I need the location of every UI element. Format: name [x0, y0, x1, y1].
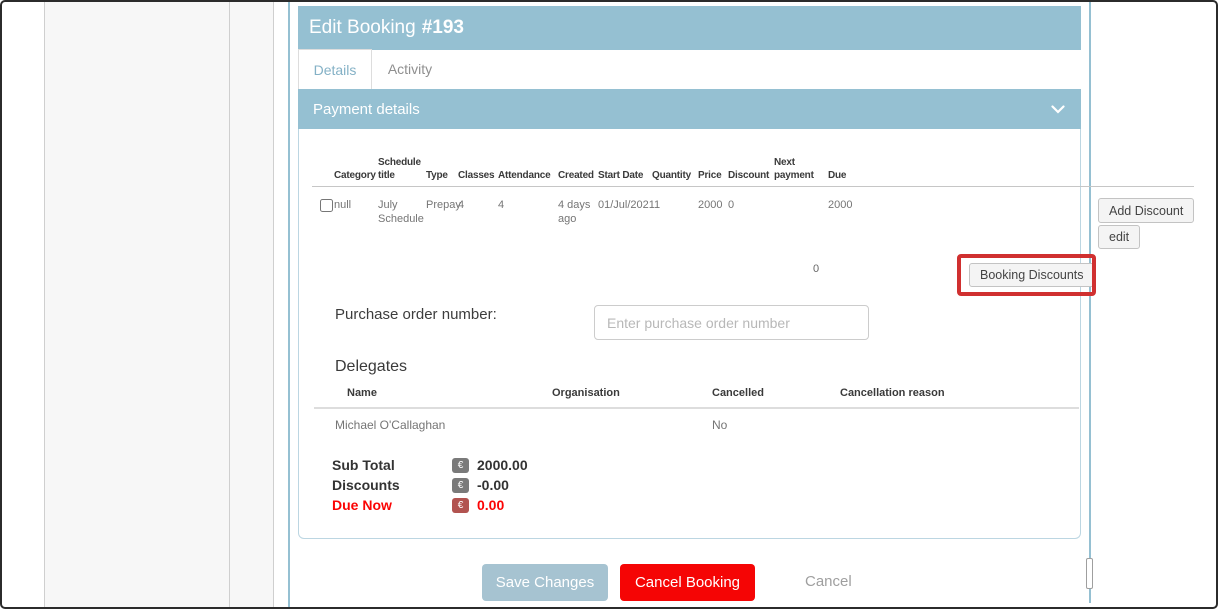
chevron-down-icon — [1051, 105, 1065, 114]
delegates-heading: Delegates — [335, 358, 407, 376]
modal-title-text: Edit Booking — [309, 17, 416, 39]
tab-details-label: Details — [314, 62, 357, 78]
cell-category: null — [334, 198, 351, 212]
cell-price: 2000 — [698, 198, 722, 212]
cell-quantity: 1 — [654, 198, 660, 212]
payment-details-section-header[interactable]: Payment details — [298, 89, 1081, 129]
left-panel-inner — [230, 2, 274, 609]
delegates-col-cancellation-reason: Cancellation reason — [840, 387, 945, 399]
col-header-quantity: Quantity — [652, 148, 691, 182]
col-header-schedule-title: Schedule title — [378, 148, 428, 182]
due-now-label: Due Now — [332, 497, 392, 513]
delegates-header-divider — [314, 407, 1079, 409]
cell-schedule-title: July Schedule — [378, 198, 432, 227]
discounts-label: Discounts — [332, 477, 400, 493]
modal-title: Edit Booking #193 — [298, 6, 1081, 50]
col-header-price: Price — [698, 148, 721, 182]
delegates-col-organisation: Organisation — [552, 387, 620, 399]
app-window: Edit Booking #193 Details Activity Payme… — [0, 0, 1218, 609]
scrollbar-thumb[interactable] — [1086, 558, 1093, 589]
tab-details[interactable]: Details — [298, 49, 372, 89]
col-header-type: Type — [426, 148, 448, 182]
purchase-order-input[interactable] — [594, 305, 869, 340]
discount-summary-value: 0 — [813, 263, 819, 275]
booking-discounts-button[interactable]: Booking Discounts — [969, 263, 1095, 287]
booking-number: #193 — [422, 17, 464, 39]
save-changes-button[interactable]: Save Changes — [482, 564, 608, 601]
delegates-col-cancelled: Cancelled — [712, 387, 764, 399]
subtotal-currency-badge: € — [452, 458, 469, 473]
col-header-category: Category — [334, 148, 376, 182]
col-header-attendance: Attendance — [498, 148, 550, 182]
delegate-name: Michael O'Callaghan — [335, 418, 445, 432]
discounts-currency-badge: € — [452, 478, 469, 493]
col-header-classes: Classes — [458, 148, 494, 182]
left-panel-outer — [44, 2, 230, 609]
cancel-booking-button[interactable]: Cancel Booking — [620, 564, 755, 601]
row-checkbox[interactable] — [320, 199, 333, 212]
cancel-link[interactable]: Cancel — [805, 573, 852, 590]
tab-activity[interactable]: Activity — [374, 49, 446, 89]
col-header-next-payment: Next payment — [774, 148, 824, 182]
table-header-divider — [312, 186, 1194, 187]
cell-classes: 4 — [458, 198, 464, 212]
delegates-col-name: Name — [347, 387, 377, 399]
cell-type: Prepay — [426, 198, 461, 212]
subtotal-value: 2000.00 — [477, 457, 528, 473]
modal-left-edge — [288, 2, 290, 609]
cell-start-date: 01/Jul/2021 — [598, 198, 655, 212]
payment-details-title: Payment details — [313, 101, 420, 118]
add-discount-button[interactable]: Add Discount — [1098, 198, 1194, 223]
purchase-order-label: Purchase order number: — [335, 306, 497, 323]
col-header-created: Created — [558, 148, 594, 182]
edit-button[interactable]: edit — [1098, 225, 1140, 249]
cell-discount: 0 — [728, 198, 734, 212]
tab-activity-label: Activity — [388, 61, 432, 77]
cell-created: 4 days ago — [558, 198, 602, 227]
cell-attendance: 4 — [498, 198, 504, 212]
delegate-cancelled: No — [712, 418, 727, 432]
subtotal-label: Sub Total — [332, 457, 395, 473]
due-now-currency-badge: € — [452, 498, 469, 513]
col-header-start-date: Start Date — [598, 148, 643, 182]
due-now-value: 0.00 — [477, 497, 504, 513]
col-header-discount: Discount — [728, 148, 769, 182]
modal-scrollbar-track — [1089, 2, 1091, 603]
discounts-value: -0.00 — [477, 477, 509, 493]
cell-due: 2000 — [828, 198, 852, 212]
col-header-due: Due — [828, 148, 846, 182]
